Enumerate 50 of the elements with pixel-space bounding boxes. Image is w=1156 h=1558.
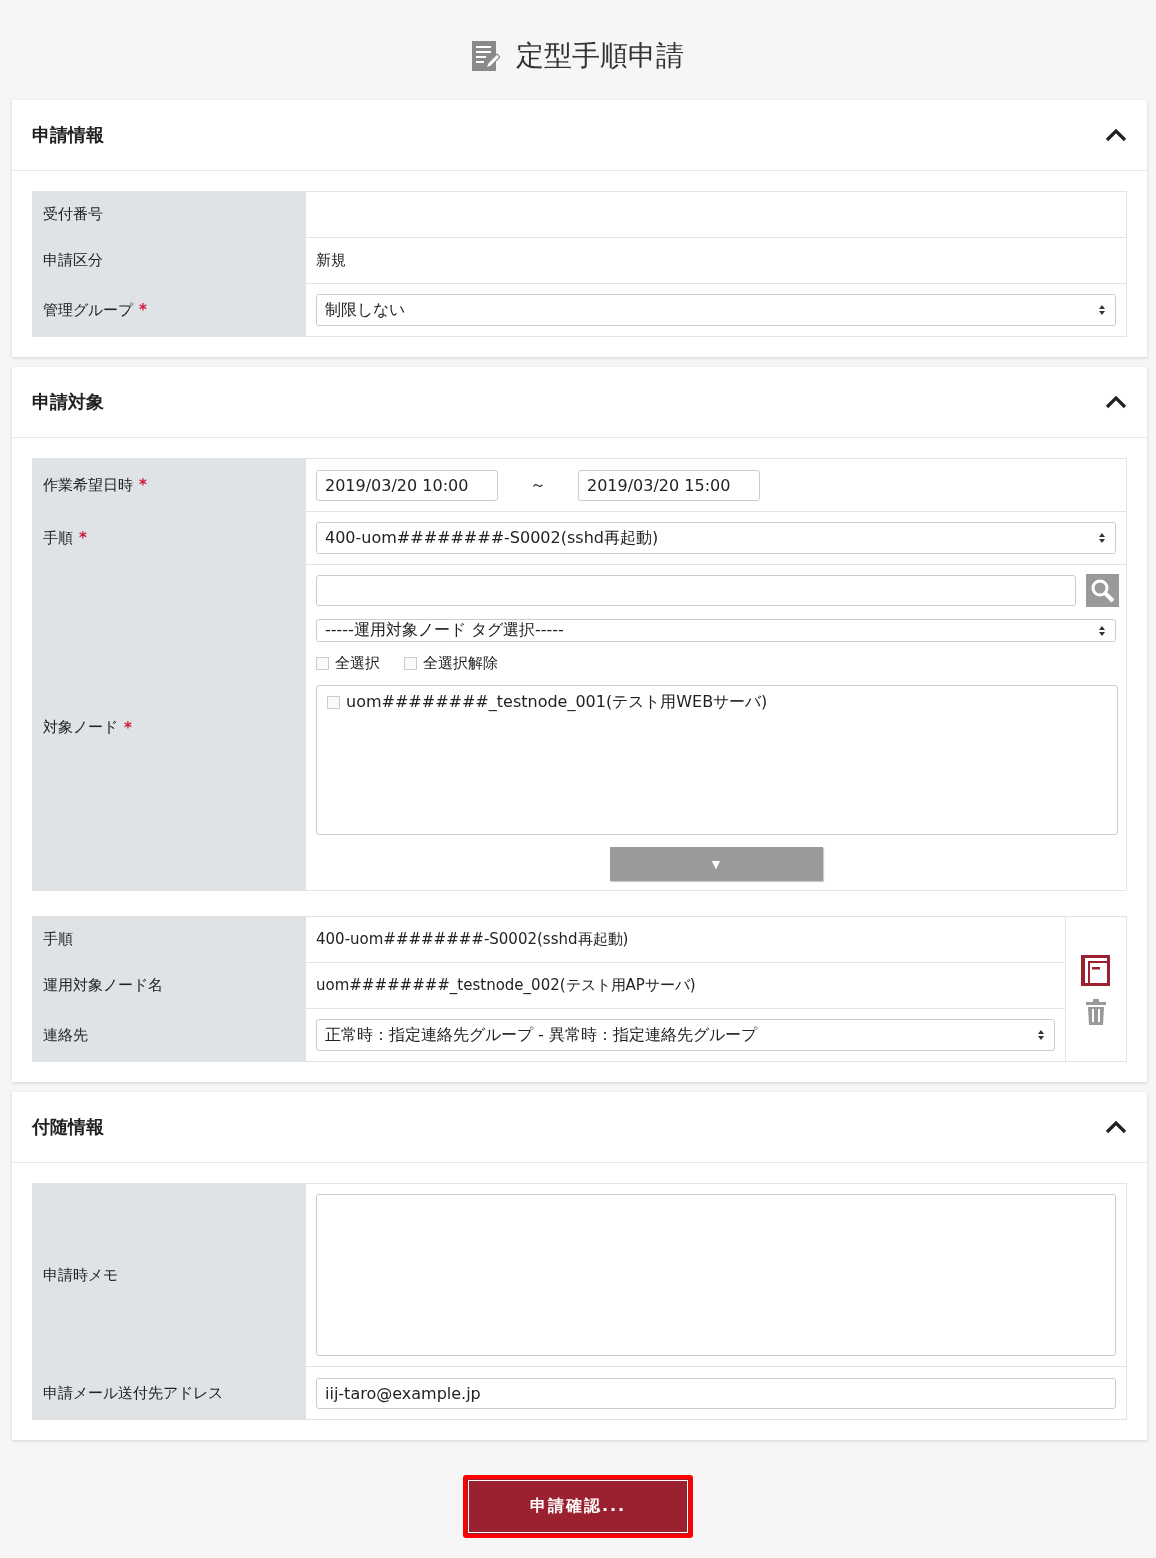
checkbox-label[interactable]: 全選択解除 <box>423 654 498 673</box>
field-label: 申請区分 <box>43 251 103 270</box>
section-title: 申請対象 <box>32 390 104 414</box>
field-label: 連絡先 <box>43 1025 88 1045</box>
field-value: uom########_testnode_002(テスト用APサーバ) <box>316 976 696 995</box>
checkbox-label[interactable]: 全選択 <box>335 654 380 673</box>
select-field[interactable]: 正常時：指定連絡先グループ - 異常時：指定連絡先グループ <box>316 1019 1055 1051</box>
field-label: 受付番号 <box>43 205 103 224</box>
checkbox[interactable] <box>404 657 417 670</box>
field-label: 申請メール送付先アドレス <box>43 1383 223 1403</box>
book-icon[interactable] <box>1079 953 1113 989</box>
search-button[interactable] <box>1086 574 1119 607</box>
collapse-icon[interactable] <box>1105 1120 1127 1134</box>
required-mark: * <box>79 529 87 547</box>
email-field[interactable]: iij-taro@example.jp <box>316 1377 1116 1409</box>
section-title: 付随情報 <box>32 1115 104 1139</box>
submit-button[interactable]: 申請確認... <box>463 1475 693 1538</box>
field-label: 管理グループ <box>43 300 133 320</box>
memo-field[interactable] <box>316 1194 1116 1356</box>
form-edit-icon <box>472 41 500 71</box>
collapse-icon[interactable] <box>1105 395 1127 409</box>
select-field[interactable]: 制限しない <box>316 294 1116 326</box>
range-separator: ～ <box>529 474 547 496</box>
checkbox[interactable] <box>316 657 329 670</box>
trash-icon[interactable] <box>1085 999 1107 1025</box>
select-arrows-icon <box>1099 305 1105 315</box>
required-mark: * <box>124 718 132 737</box>
field-label: 手順 <box>43 528 73 548</box>
required-mark: * <box>139 476 147 494</box>
checkbox[interactable] <box>327 696 340 709</box>
select-field[interactable]: 400-uom########-S0002(sshd再起動) <box>316 522 1116 554</box>
select-arrows-icon <box>1099 533 1105 543</box>
required-mark: * <box>139 301 147 319</box>
field-value: 新規 <box>316 251 346 270</box>
field-value: 400-uom########-S0002(sshd再起動) <box>316 930 629 949</box>
tag-select-field[interactable]: -----運用対象ノード タグ選択----- <box>316 619 1116 642</box>
field-label: 対象ノード <box>43 718 118 737</box>
select-arrows-icon <box>1038 1030 1044 1040</box>
select-arrows-icon <box>1099 625 1105 636</box>
date-field[interactable]: 2019/03/20 10:00 <box>316 469 498 501</box>
date-field[interactable]: 2019/03/20 15:00 <box>578 469 760 501</box>
node-label[interactable]: uom########_testnode_001(テスト用WEBサーバ) <box>346 692 768 713</box>
field-label: 作業希望日時 <box>43 475 133 495</box>
page-title: 定型手順申請 <box>516 38 684 74</box>
field-label: 手順 <box>43 930 73 949</box>
search-field[interactable] <box>316 575 1076 606</box>
field-label: 申請時メモ <box>43 1265 118 1285</box>
collapse-icon[interactable] <box>1105 128 1127 142</box>
section-title: 申請情報 <box>32 123 104 147</box>
field-label: 運用対象ノード名 <box>43 976 163 995</box>
